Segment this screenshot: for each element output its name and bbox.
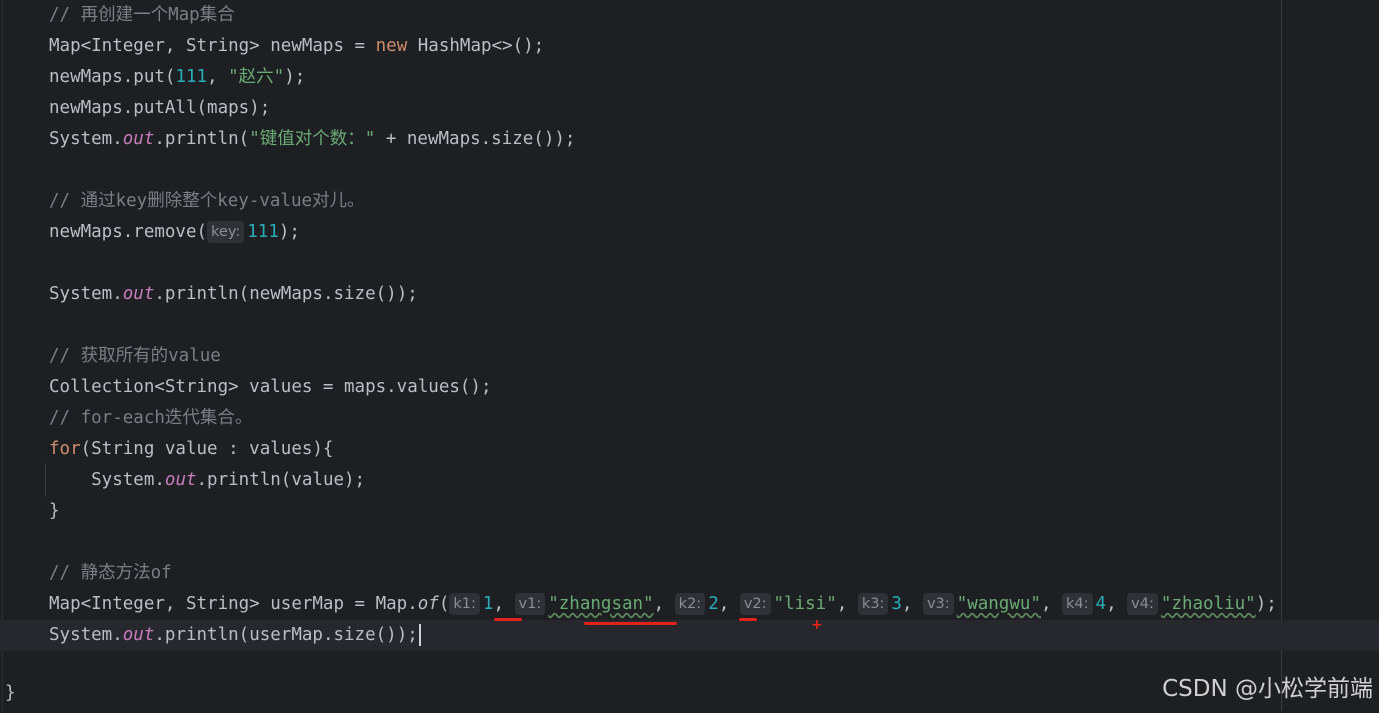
parameter-hint: key: — [207, 221, 245, 243]
code-text: ); — [1255, 594, 1277, 614]
static-field: out — [164, 470, 197, 490]
text-caret — [418, 624, 421, 646]
code-line[interactable]: Map<Integer, String> userMap = Map.of(k1… — [0, 589, 1379, 620]
code-text: ); — [284, 67, 306, 87]
code-text: , — [901, 594, 923, 614]
string-literal: "赵六" — [228, 67, 285, 87]
code-text: HashMap<>(); — [407, 36, 545, 56]
code-text: , — [493, 594, 515, 614]
code-text: , — [718, 594, 740, 614]
code-line[interactable]: Map<Integer, String> newMaps = new HashM… — [0, 31, 1379, 62]
parameter-hint: k4: — [1062, 593, 1093, 615]
comment: // 通过key删除整个key-value对儿。 — [49, 191, 365, 211]
code-line[interactable]: // 静态方法of — [0, 558, 1379, 589]
closing-brace: } — [5, 683, 16, 703]
code-line[interactable]: System.out.println("键值对个数：" + newMaps.si… — [0, 124, 1379, 155]
code-text: .println(newMaps.size()); — [154, 284, 418, 304]
number-literal: 4 — [1095, 594, 1107, 614]
parameter-hint: k3: — [857, 593, 889, 615]
parameter-hint: v3: — [922, 593, 954, 615]
code-text: .println( — [154, 129, 250, 149]
code-text: Collection<String> values = maps.values(… — [49, 377, 492, 397]
comment: // 获取所有的value — [49, 346, 221, 366]
code-text: newMaps.remove( — [49, 222, 208, 242]
number-literal: 1 — [482, 594, 494, 614]
number-literal: 3 — [891, 594, 902, 614]
code-text: , — [1040, 594, 1063, 614]
code-line[interactable]: System.out.println(value); — [0, 465, 1379, 496]
red-underline-mark — [584, 622, 677, 625]
red-underline-mark — [739, 618, 757, 621]
static-field: out — [122, 625, 155, 645]
watermark: CSDN @小松学前端 — [1162, 676, 1373, 702]
code-line-current[interactable]: System.out.println(userMap.size()); — [0, 620, 1379, 651]
number-literal: 2 — [708, 594, 719, 614]
code-line[interactable]: Collection<String> values = maps.values(… — [0, 372, 1379, 403]
parameter-hint: k1: — [449, 593, 480, 615]
string-literal: "wangwu" — [956, 594, 1041, 614]
code-text: , — [207, 67, 229, 87]
parameter-hint: v4: — [1127, 593, 1158, 615]
code-line[interactable]: } — [0, 496, 1379, 527]
code-text: System. — [49, 625, 123, 645]
code-text: .println(value); — [196, 470, 366, 490]
code-line[interactable]: // 通过key删除整个key-value对儿。 — [0, 186, 1379, 217]
code-text: Map<Integer, String> newMaps = — [49, 36, 376, 56]
code-text: System. — [49, 470, 165, 490]
code-text: ( — [438, 594, 450, 614]
code-text: System. — [49, 129, 123, 149]
string-literal: "zhaoliu" — [1160, 594, 1256, 614]
code-editor[interactable]: // 再创建一个Map集合 Map<Integer, String> newMa… — [0, 0, 1379, 711]
code-text: newMaps.putAll(maps); — [49, 98, 271, 118]
keyword: new — [375, 36, 408, 56]
code-text: , — [1106, 594, 1128, 614]
comment: // for-each迭代集合。 — [49, 408, 253, 428]
code-text: .println(userMap.size()); — [154, 625, 418, 645]
code-text: Map<Integer, String> userMap = Map. — [49, 594, 418, 614]
code-line[interactable]: newMaps.put(111, "赵六"); — [0, 62, 1379, 93]
number-literal: 111 — [247, 222, 279, 242]
code-line[interactable]: System.out.println(newMaps.size()); — [0, 279, 1379, 310]
method-name: of — [417, 594, 439, 614]
code-line[interactable]: // for-each迭代集合。 — [0, 403, 1379, 434]
code-line[interactable]: // 获取所有的value — [0, 341, 1379, 372]
parameter-hint: k2: — [674, 593, 706, 615]
code-text: , — [836, 594, 858, 614]
static-field: out — [122, 284, 155, 304]
code-text: (String value : values){ — [80, 439, 334, 459]
comment: // 静态方法of — [49, 563, 172, 583]
code-text: newMaps.put( — [49, 67, 176, 87]
code-line[interactable]: // 再创建一个Map集合 — [0, 0, 1379, 31]
code-line[interactable]: newMaps.remove(key: 111); — [0, 217, 1379, 248]
code-text: , — [653, 594, 675, 614]
comment: // 再创建一个Map集合 — [49, 5, 235, 25]
code-line[interactable]: for(String value : values){ — [0, 434, 1379, 465]
keyword: for — [49, 439, 81, 459]
number-literal: 111 — [175, 67, 208, 87]
string-literal: "键值对个数：" — [249, 129, 376, 149]
string-literal: "lisi" — [773, 594, 837, 614]
parameter-hint: v2: — [739, 593, 771, 615]
parameter-hint: v1: — [514, 593, 546, 615]
string-literal: "zhangsan" — [548, 594, 654, 614]
red-plus-mark: + — [811, 617, 823, 633]
static-field: out — [122, 129, 155, 149]
code-text: + newMaps.size()); — [375, 129, 576, 149]
code-text: System. — [49, 284, 123, 304]
code-text: ); — [278, 222, 300, 242]
red-underline-mark — [494, 618, 522, 621]
code-text: } — [49, 501, 60, 521]
code-line[interactable]: newMaps.putAll(maps); — [0, 93, 1379, 124]
